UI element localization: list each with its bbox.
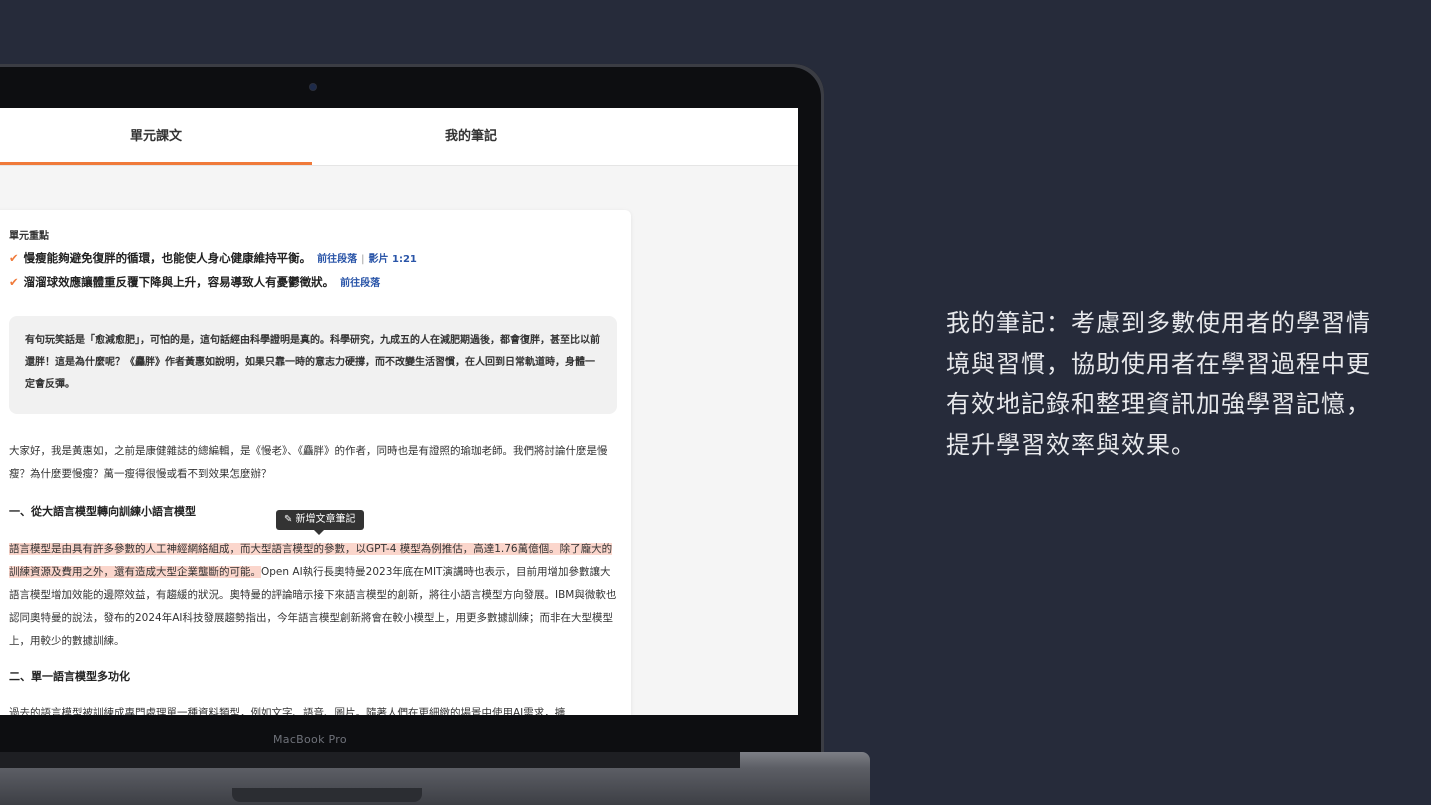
- article-card: 單元重點 ✔ 慢瘦能夠避免復胖的循環，也能使人身心健康維持平衡。 前往段落 | 影片 1…: [0, 210, 631, 715]
- quote-text: 有句玩笑話是「愈減愈肥」，可怕的是，這句話經由科學證明是真的。科學研究，九成五的…: [25, 335, 600, 390]
- laptop-chin: [0, 715, 812, 753]
- section-heading-2: 二、單一語言模型多功化: [9, 670, 130, 683]
- go-to-paragraph-link[interactable]: 前往段落: [317, 254, 357, 265]
- camera-icon: [310, 84, 316, 90]
- section-2-paragraph: 過去的語言模型被訓練成專門處理單一種資料類型，例如文字、語音、圖片。隨著人們在更…: [9, 707, 566, 715]
- key-point-text: 慢瘦能夠避免復胖的循環，也能使人身心健康維持平衡。: [23, 251, 312, 265]
- key-points-title: 單元重點: [9, 231, 49, 242]
- section-1-paragraph: 語言模型是由具有許多參數的人工神經網絡組成，而大型語言模型的參數，以GPT-4 …: [9, 538, 619, 653]
- laptop-brand-label: MacBook Pro: [273, 733, 347, 746]
- paragraph-text: Open AI執行長奧特曼2023年底在MIT演講時也表示，目前用增加參數讓大語…: [9, 566, 617, 647]
- key-point-item: ✔ 溜溜球效應讓體重反覆下降與上升，容易導致人有憂鬱徵狀。 前往段落: [9, 274, 380, 290]
- add-note-tooltip[interactable]: ✎ 新增文章筆記: [276, 510, 364, 535]
- laptop-hinge: [0, 752, 740, 768]
- tab-bar: 單元課文 我的筆記: [0, 108, 798, 166]
- quote-block: 有句玩笑話是「愈減愈肥」，可怕的是，這句話經由科學證明是真的。科學研究，九成五的…: [9, 316, 617, 414]
- key-point-text: 溜溜球效應讓體重反覆下降與上升，容易導致人有憂鬱徵狀。: [23, 275, 335, 289]
- intro-paragraph: 大家好，我是黃惠如，之前是康健雜誌的總編輯，是《慢老》、《麤胖》的作者，同時也是…: [9, 445, 608, 480]
- laptop-screen: 單元課文 我的筆記 單元重點 ✔ 慢瘦能夠避免復胖的循環，也能使人身心健康維持平衡…: [0, 108, 798, 715]
- go-to-paragraph-link[interactable]: 前往段落: [340, 278, 380, 289]
- feature-caption: 我的筆記：考慮到多數使用者的學習情境與習慣，協助使用者在學習過程中更有效地記錄和…: [946, 309, 1371, 459]
- key-point-item: ✔ 慢瘦能夠避免復胖的循環，也能使人身心健康維持平衡。 前往段落 | 影片 1:21: [9, 250, 417, 266]
- check-icon: ✔: [9, 275, 19, 289]
- tab-my-notes[interactable]: 我的筆記: [312, 108, 630, 165]
- tab-unit-text[interactable]: 單元課文: [0, 108, 312, 165]
- section-heading-1: 一、從大語言模型轉向訓練小語言模型: [9, 505, 196, 518]
- check-icon: ✔: [9, 251, 19, 265]
- laptop-notch: [232, 788, 422, 802]
- link-separator: |: [361, 254, 365, 265]
- video-timestamp-link[interactable]: 影片 1:21: [369, 254, 417, 265]
